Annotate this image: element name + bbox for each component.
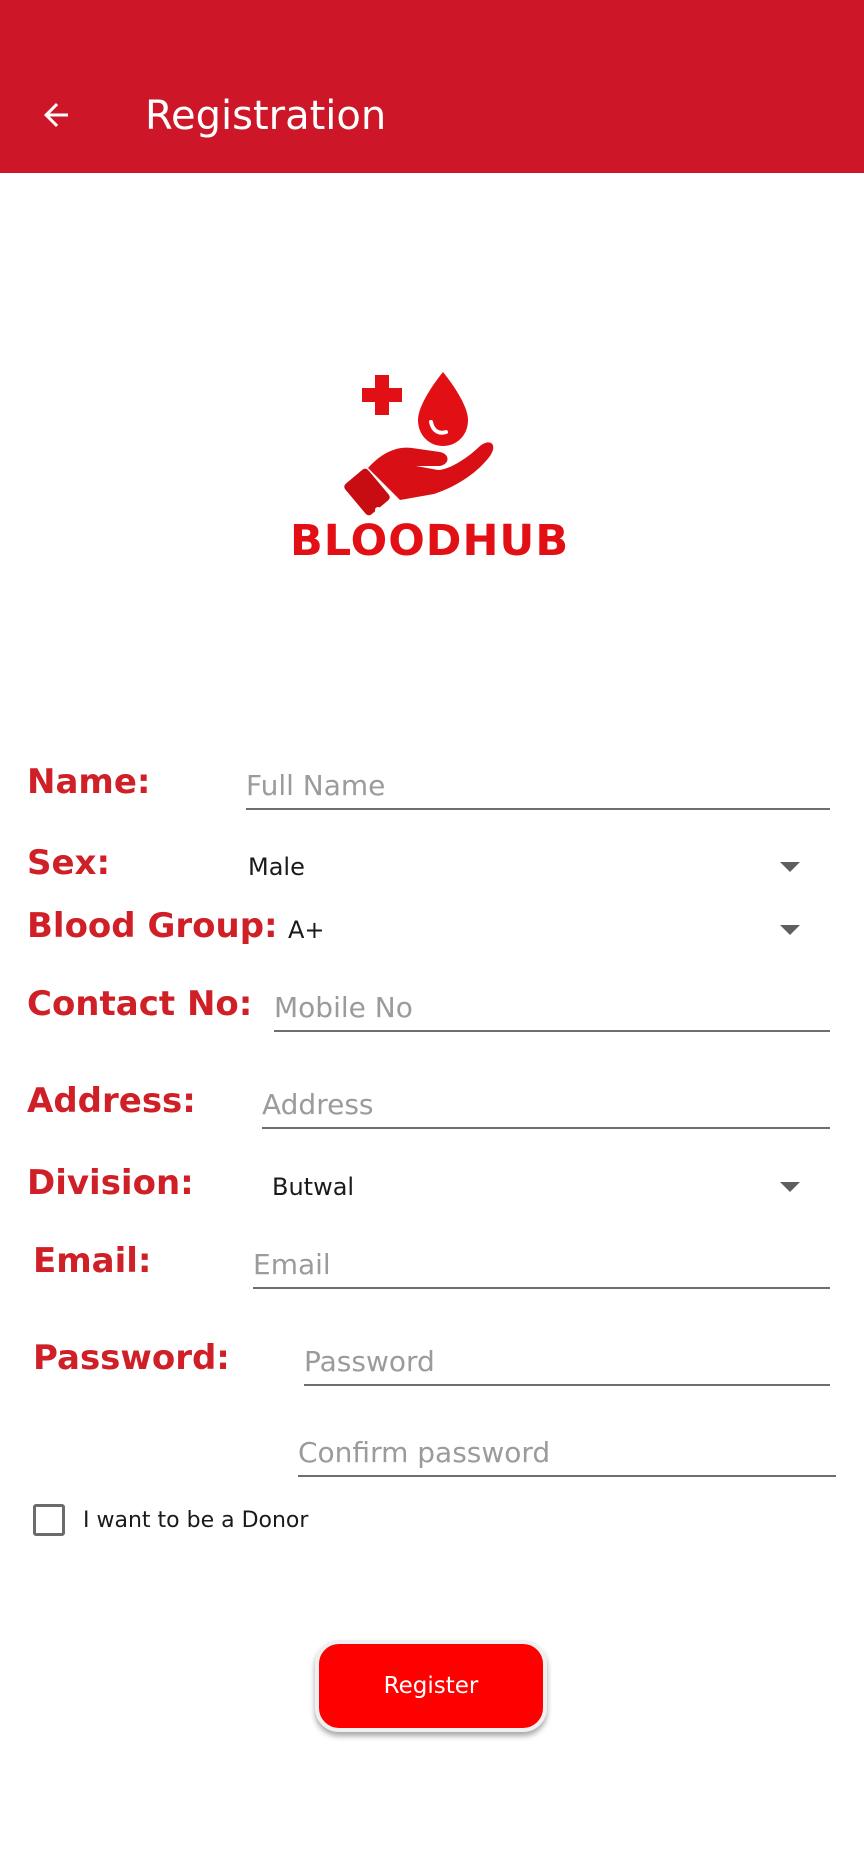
mobile-field[interactable] [274, 984, 830, 1032]
full-name-field[interactable] [246, 762, 830, 810]
blood-group-label: Blood Group: [27, 906, 278, 946]
register-button[interactable]: Register [315, 1640, 547, 1732]
chevron-down-icon [780, 862, 800, 872]
confirm-password-field[interactable] [298, 1429, 836, 1477]
address-input[interactable] [262, 1088, 830, 1121]
email-label: Email: [33, 1241, 152, 1281]
sex-value: Male [248, 853, 305, 881]
donor-checkbox-row[interactable]: I want to be a Donor [33, 1504, 308, 1536]
logo-text: BLOODHUB [290, 516, 570, 566]
page-title: Registration [145, 93, 387, 139]
password-field[interactable] [304, 1338, 830, 1386]
app-bar: Registration [0, 0, 864, 173]
division-dropdown[interactable]: Butwal [272, 1163, 830, 1211]
full-name-input[interactable] [246, 769, 830, 802]
contact-label: Contact No: [27, 984, 253, 1024]
password-label: Password: [33, 1338, 230, 1378]
donor-checkbox-label: I want to be a Donor [83, 1507, 309, 1533]
confirm-password-input[interactable] [298, 1436, 836, 1469]
blood-group-value: A+ [288, 916, 325, 944]
sex-label: Sex: [27, 843, 111, 883]
division-value: Butwal [272, 1173, 355, 1201]
email-input[interactable] [253, 1248, 830, 1281]
sex-dropdown[interactable]: Male [248, 843, 830, 891]
division-label: Division: [27, 1163, 194, 1203]
email-field[interactable] [253, 1241, 830, 1289]
chevron-down-icon [780, 925, 800, 935]
mobile-input[interactable] [274, 991, 830, 1024]
address-label: Address: [27, 1081, 196, 1121]
address-field[interactable] [262, 1081, 830, 1129]
name-label: Name: [27, 762, 151, 802]
arrow-left-icon[interactable] [32, 91, 80, 139]
donor-checkbox[interactable] [33, 1504, 65, 1536]
blood-group-dropdown[interactable]: A+ [288, 906, 830, 954]
password-input[interactable] [304, 1345, 830, 1378]
chevron-down-icon [780, 1182, 800, 1192]
